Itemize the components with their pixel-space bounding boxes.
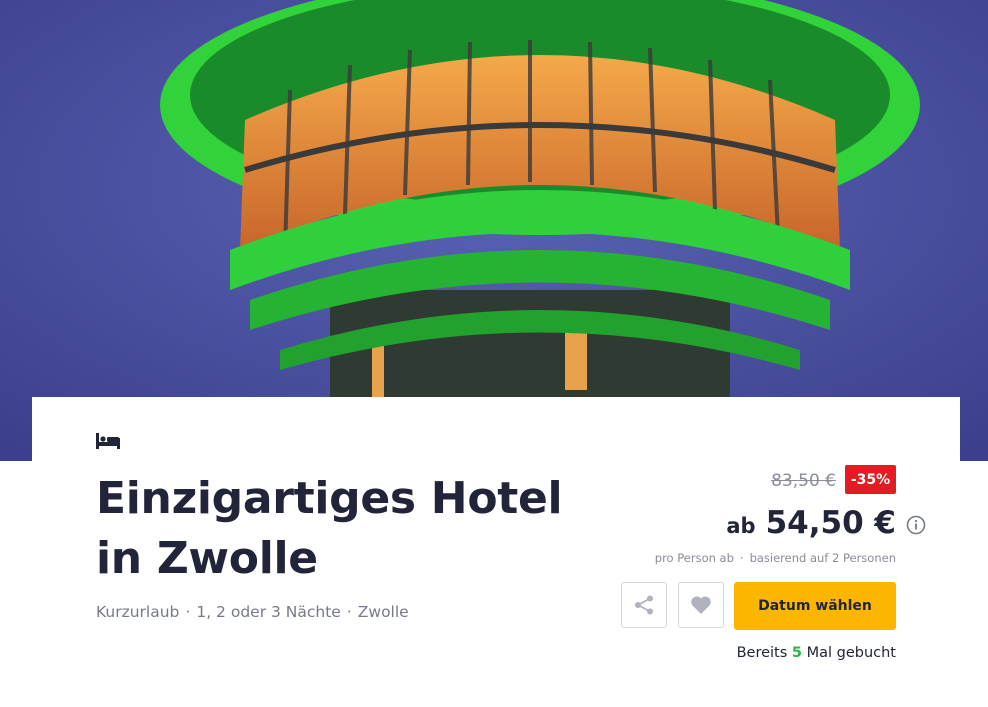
meta-nights: 1, 2 oder 3 Nächte <box>196 603 341 621</box>
booked-number: 5 <box>791 645 802 661</box>
price-note-basis: basierend auf 2 Personen <box>749 551 896 565</box>
offer-card: Einzigartiges Hotel in Zwolle Kurzurlaub… <box>32 397 960 707</box>
info-icon[interactable] <box>906 515 926 535</box>
bed-icon <box>96 433 120 449</box>
booked-count: Bereits 5 Mal gebucht <box>737 645 896 661</box>
favorite-button[interactable] <box>678 582 724 628</box>
tower-photo <box>0 0 988 461</box>
booked-suffix: Mal gebucht <box>806 645 896 661</box>
meta-separator: · <box>346 603 352 621</box>
offer-title: Einzigartiges Hotel in Zwolle <box>96 473 563 584</box>
share-icon <box>635 595 653 615</box>
price-prefix: ab <box>726 514 756 538</box>
price-note-separator: · <box>739 551 744 565</box>
meta-category: Kurzurlaub <box>96 603 180 621</box>
offer-meta: Kurzurlaub · 1, 2 oder 3 Nächte · Zwolle <box>96 603 409 621</box>
heart-icon <box>691 596 711 614</box>
meta-location: Zwolle <box>357 603 409 621</box>
share-button[interactable] <box>621 582 667 628</box>
discount-badge: -35% <box>845 465 896 494</box>
hero-image <box>0 0 988 461</box>
booked-prefix: Bereits <box>736 645 788 661</box>
price: ab 54,50 € <box>726 505 896 541</box>
price-value: 54,50 € <box>765 505 896 541</box>
old-price: 83,50 € <box>771 471 836 491</box>
price-note: pro Person ab · basierend auf 2 Personen <box>655 551 896 565</box>
meta-separator: · <box>185 603 191 621</box>
price-note-per-person: pro Person ab <box>654 551 734 565</box>
choose-date-button[interactable]: Datum wählen <box>734 582 896 630</box>
